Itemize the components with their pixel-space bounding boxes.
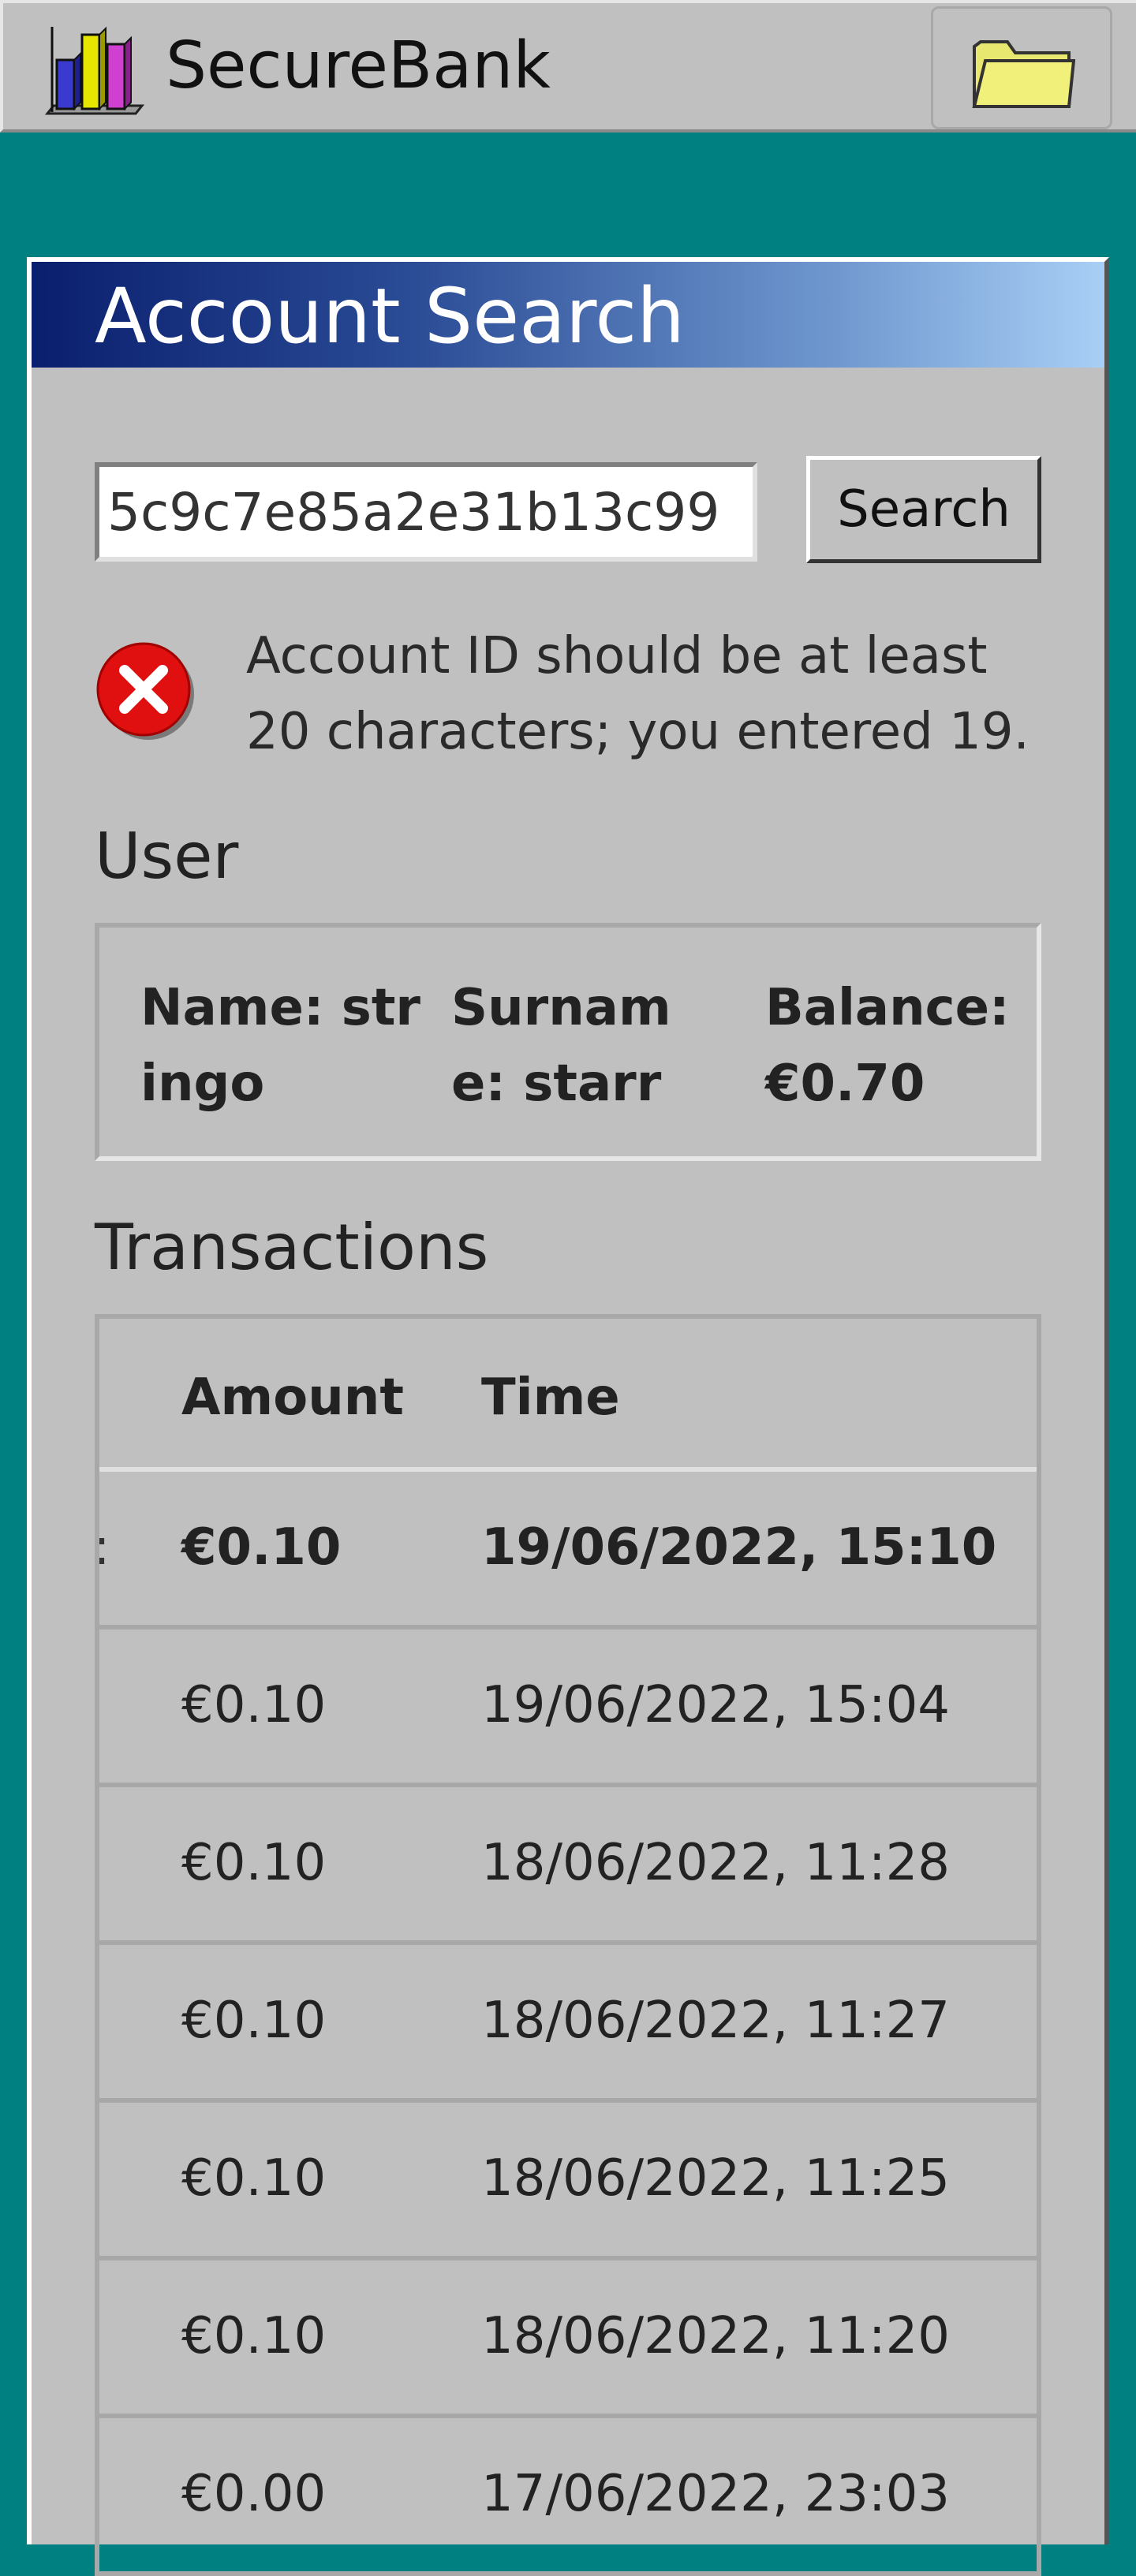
transaction-time: 19/06/2022, 15:10: [481, 1518, 997, 1577]
user-panel: Name: stringo Surname: starr Balance: €0…: [95, 923, 1041, 1161]
error-message: Account ID should be at least 20 charact…: [246, 627, 1030, 761]
transaction-amount: €0.10: [181, 2149, 327, 2208]
table-row[interactable]: €0.10 18/06/2022, 11:28: [99, 1787, 1037, 1945]
transaction-amount: €0.10: [181, 2307, 327, 2365]
table-header: Amount Time: [99, 1319, 1037, 1472]
transaction-time: 18/06/2022, 11:27: [481, 1992, 950, 2050]
user-heading: User: [95, 819, 239, 893]
table-row[interactable]: €0.10 18/06/2022, 11:25: [99, 2103, 1037, 2261]
user-surname: Surname: starr: [451, 979, 671, 1113]
folder-icon: [972, 40, 1075, 108]
window-title: Account Search: [95, 272, 685, 360]
column-header-time[interactable]: Time: [481, 1366, 620, 1429]
transaction-amount: €0.10: [181, 1518, 342, 1577]
transaction-amount: €0.00: [181, 2465, 327, 2523]
table-row[interactable]: €0.10 18/06/2022, 11:27: [99, 1945, 1037, 2103]
transaction-time: 18/06/2022, 11:20: [481, 2307, 950, 2365]
transaction-time: 17/06/2022, 23:03: [481, 2465, 950, 2523]
user-balance: Balance: €0.70: [765, 979, 1010, 1113]
transaction-amount: €0.10: [181, 1834, 327, 1892]
open-folder-button[interactable]: [931, 6, 1112, 129]
app-bar: SecureBank: [0, 0, 1136, 133]
account-search-window: Account Search Search Account ID should …: [27, 257, 1109, 2576]
account-id-input[interactable]: [95, 462, 757, 562]
table-row[interactable]: €0.00 17/06/2022, 23:03: [99, 2418, 1037, 2576]
transaction-amount: €0.10: [181, 1676, 327, 1734]
transaction-time: 18/06/2022, 11:25: [481, 2149, 950, 2208]
transactions-heading: Transactions: [95, 1211, 489, 1284]
table-body: : €0.10 19/06/2022, 15:10 €0.10 19/06/2022, …: [99, 1472, 1037, 2576]
user-name: Name: stringo: [140, 979, 420, 1113]
transaction-time: 19/06/2022, 15:04: [481, 1676, 950, 1734]
table-row[interactable]: €0.10 18/06/2022, 11:20: [99, 2261, 1037, 2418]
table-row[interactable]: : €0.10 19/06/2022, 15:10: [99, 1472, 1037, 1630]
search-button[interactable]: Search: [806, 456, 1041, 563]
app-title: SecureBank: [166, 28, 551, 103]
table-row[interactable]: €0.10 19/06/2022, 15:04: [99, 1630, 1037, 1787]
error-icon: [96, 642, 194, 740]
transaction-time: 18/06/2022, 11:28: [481, 1834, 950, 1892]
bar-chart-icon: [44, 26, 145, 115]
transaction-amount: €0.10: [181, 1992, 327, 2050]
window-titlebar: Account Search: [32, 262, 1104, 368]
transactions-table: Amount Time : €0.10 19/06/2022, 15:10 €0.10…: [95, 1314, 1041, 2576]
row-focus-marker: :: [95, 1518, 110, 1577]
column-header-amount[interactable]: Amount: [181, 1366, 404, 1429]
